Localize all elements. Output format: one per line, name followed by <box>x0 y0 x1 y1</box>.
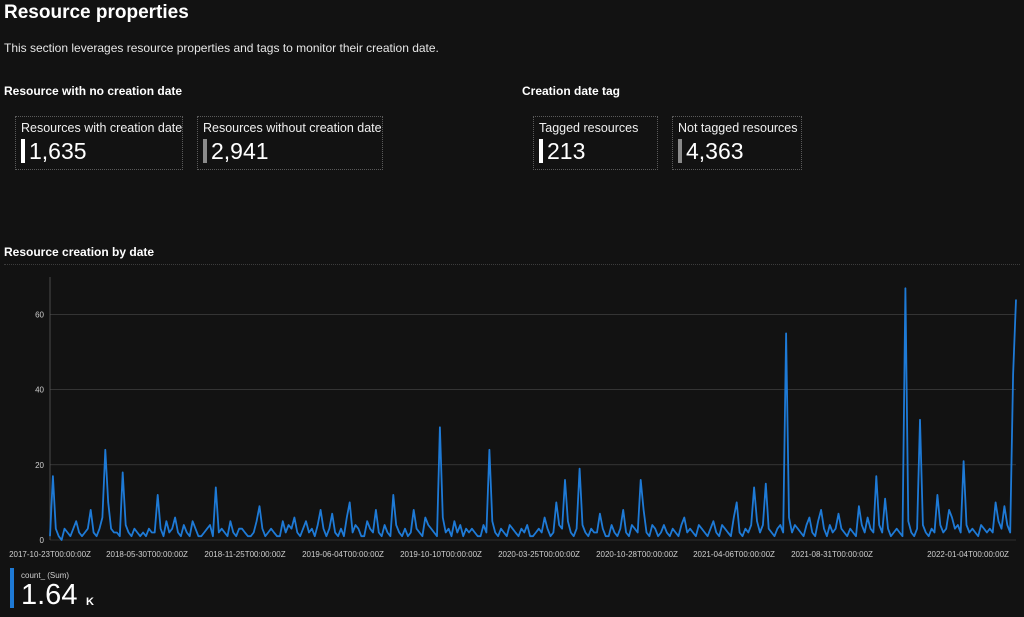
tile-resources-without-creation-date[interactable]: Resources without creation date 2,941 <box>197 116 383 170</box>
chart-title: Resource creation by date <box>4 245 155 259</box>
tile-color-bar <box>21 139 25 163</box>
x-tick-label: 2017-10-23T00:00:00Z <box>9 550 91 559</box>
tile-tagged-resources[interactable]: Tagged resources 213 <box>533 116 658 170</box>
section-heading-creation-date-tag: Creation date tag <box>522 84 621 98</box>
series-line <box>49 287 1017 541</box>
tile-label: Tagged resources <box>539 121 639 135</box>
resource-creation-chart[interactable]: 0 20 40 60 2017-10-23T00:00:00Z 2018-05-30T00… <box>0 265 1024 565</box>
tile-label: Resources without creation date <box>203 121 382 135</box>
tile-value: 4,363 <box>686 138 744 164</box>
tile-resources-with-creation-date[interactable]: Resources with creation date 1,635 <box>15 116 183 170</box>
tile-color-bar <box>678 139 682 163</box>
x-tick-label: 2018-11-25T00:00:00Z <box>204 550 285 559</box>
x-tick-label: 2018-05-30T00:00:00Z <box>106 550 188 559</box>
x-tick-label: 2020-10-28T00:00:00Z <box>596 550 678 559</box>
tile-color-bar <box>539 139 543 163</box>
tile-value: 2,941 <box>211 138 269 164</box>
x-tick-label: 2020-03-25T00:00:00Z <box>498 550 580 559</box>
x-tick-label: 2019-06-04T00:00:00Z <box>302 550 384 559</box>
x-tick-label: 2021-08-31T00:00:00Z <box>791 550 873 559</box>
tile-value: 213 <box>547 138 586 164</box>
x-tick-label: 2019-10-10T00:00:00Z <box>400 550 482 559</box>
legend-swatch <box>10 568 14 608</box>
tile-value: 1,635 <box>29 138 87 164</box>
x-tick-label: 2022-01-04T00:00:00Z <box>927 550 1009 559</box>
page-title: Resource properties <box>4 2 189 23</box>
page-description: This section leverages resource properti… <box>4 41 439 55</box>
legend-total-unit: K <box>86 596 94 608</box>
x-tick-label: 2021-04-06T00:00:00Z <box>693 550 775 559</box>
tile-not-tagged-resources[interactable]: Not tagged resources 4,363 <box>672 116 802 170</box>
legend-total-value: 1.64 <box>21 579 78 611</box>
y-tick-label: 40 <box>35 386 44 395</box>
tile-label: Resources with creation date <box>21 121 183 135</box>
y-tick-label: 60 <box>35 311 44 320</box>
y-tick-label: 0 <box>40 536 45 545</box>
y-tick-label: 20 <box>35 461 44 470</box>
tile-label: Not tagged resources <box>678 121 798 135</box>
section-heading-no-creation-date: Resource with no creation date <box>4 84 183 98</box>
tile-color-bar <box>203 139 207 163</box>
